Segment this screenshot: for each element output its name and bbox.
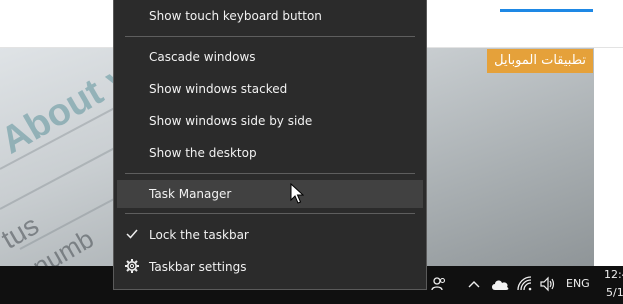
gear-icon <box>125 259 139 273</box>
category-badge[interactable]: تطبيقات الموبايل <box>487 49 593 73</box>
menu-item-label: Lock the taskbar <box>149 228 249 242</box>
onedrive-cloud-icon[interactable] <box>490 277 510 291</box>
page-right-margin <box>594 48 623 266</box>
page-accent-bar <box>500 9 593 12</box>
menu-item-label: Cascade windows <box>149 50 256 64</box>
mouse-pointer-icon <box>290 183 304 204</box>
menu-item-show-windows-stacked[interactable]: Show windows stacked <box>117 75 423 103</box>
menu-item-lock-the-taskbar[interactable]: Lock the taskbar <box>117 221 423 249</box>
wifi-icon[interactable] <box>516 276 534 292</box>
menu-item-label: Show the desktop <box>149 146 257 160</box>
menu-item-label: Show touch keyboard button <box>149 9 322 23</box>
checkmark-icon <box>126 229 138 239</box>
menu-item-taskbar-settings[interactable]: Taskbar settings <box>117 253 423 281</box>
language-indicator[interactable]: ENG <box>566 277 590 290</box>
menu-separator <box>125 36 415 37</box>
menu-item-show-the-desktop[interactable]: Show the desktop <box>117 139 423 167</box>
menu-item-label: Task Manager <box>149 187 232 201</box>
chevron-up-icon[interactable] <box>468 279 480 289</box>
menu-separator <box>125 173 415 174</box>
menu-item-show-touch-keyboard[interactable]: Show touch keyboard button <box>117 2 423 30</box>
taskbar-context-menu: Show touch keyboard button Cascade windo… <box>113 0 427 290</box>
clock-date[interactable]: 5/1 <box>606 286 623 299</box>
clock-time[interactable]: 12:4 <box>604 268 623 281</box>
menu-item-label: Taskbar settings <box>149 260 247 274</box>
menu-item-show-windows-side-by-side[interactable]: Show windows side by side <box>117 107 423 135</box>
menu-item-cascade-windows[interactable]: Cascade windows <box>117 43 423 71</box>
menu-item-label: Show windows side by side <box>149 114 313 128</box>
menu-separator <box>125 213 415 214</box>
people-icon[interactable] <box>431 276 447 292</box>
menu-item-task-manager[interactable]: Task Manager <box>117 180 423 208</box>
menu-item-label: Show windows stacked <box>149 82 288 96</box>
volume-icon[interactable] <box>539 276 557 292</box>
